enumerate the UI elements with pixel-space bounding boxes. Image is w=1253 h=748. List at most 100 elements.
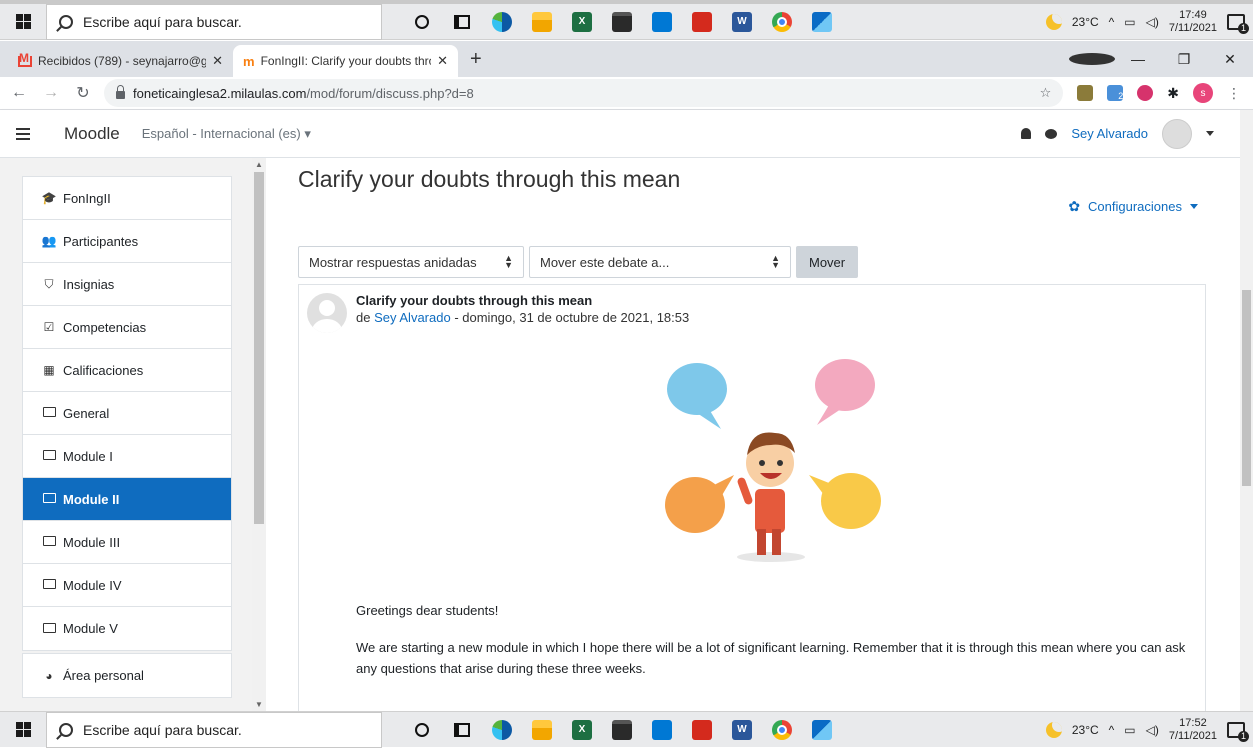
sidebar-item-area-personal[interactable]: ◕ Área personal <box>23 654 231 697</box>
users-icon: 👥 <box>41 234 57 248</box>
settings-menu[interactable]: ✿ Configuraciones <box>1068 198 1198 215</box>
sidebar-item-module-v[interactable]: Module V <box>23 607 231 650</box>
temperature[interactable]: 23°C <box>1072 15 1099 29</box>
chevron-up-icon[interactable]: ^ <box>1109 723 1115 737</box>
forward-button[interactable]: → <box>40 84 62 102</box>
weather-icon[interactable] <box>1045 13 1062 30</box>
mail-app[interactable] <box>642 4 682 40</box>
pdf-app[interactable] <box>682 4 722 40</box>
photos-app[interactable] <box>802 712 842 748</box>
move-discussion-select[interactable]: Mover este debate a... ▲ ▼ <box>529 246 791 278</box>
sidebar-item-module-ii[interactable]: Module II <box>23 478 231 521</box>
mail-app[interactable] <box>642 712 682 748</box>
scroll-up-icon[interactable]: ▲ <box>255 160 263 169</box>
sidebar-item-module-iv[interactable]: Module IV <box>23 564 231 607</box>
sidebar-item-module-i[interactable]: Module I <box>23 435 231 478</box>
language-menu[interactable]: Español - Internacional (es) ▾ <box>142 126 311 142</box>
profile-initial: s <box>1200 87 1206 99</box>
sidebar-scrollbar[interactable]: ▲ ▼ <box>252 158 266 711</box>
word-app[interactable]: W <box>722 4 762 40</box>
clock-time: 17:52 <box>1179 716 1207 729</box>
bookmark-star-icon[interactable]: ☆ <box>1040 85 1052 101</box>
store-app[interactable] <box>602 712 642 748</box>
photos-app[interactable] <box>802 4 842 40</box>
network-icon[interactable]: ▭ <box>1124 15 1135 29</box>
url-host: foneticainglesa2.milaulas.com <box>133 85 307 101</box>
start-button[interactable] <box>0 712 46 748</box>
search-icon <box>59 722 73 737</box>
restore-button[interactable]: ❐ <box>1161 51 1207 68</box>
table-icon: ▦ <box>43 363 55 377</box>
avatar[interactable] <box>307 293 347 333</box>
taskbar-search[interactable]: Escribe aquí para buscar. <box>46 3 382 40</box>
notification-icon[interactable]: 1 <box>1227 721 1249 742</box>
network-icon[interactable]: ▭ <box>1124 723 1135 737</box>
temperature[interactable]: 23°C <box>1072 723 1099 737</box>
folder-icon <box>42 493 56 503</box>
display-mode-select[interactable]: Mostrar respuestas anidadas ▲ ▼ <box>298 246 524 278</box>
url-field[interactable]: foneticainglesa2.milaulas.com/mod/forum/… <box>104 79 1064 107</box>
volume-icon[interactable]: ◁) <box>1146 723 1159 737</box>
weather-icon[interactable] <box>1045 721 1062 738</box>
tab-moodle[interactable]: m FonIngII: Clarify your doubts thro ✕ <box>233 45 458 77</box>
clock[interactable]: 17:52 7/11/2021 <box>1169 717 1217 743</box>
sidebar-item-insignias[interactable]: ⛉ Insignias <box>23 263 231 306</box>
close-window-button[interactable]: ✕ <box>1207 51 1253 68</box>
tab-gmail[interactable]: Recibidos (789) - seynajarro@gm ✕ <box>8 45 233 77</box>
download-button[interactable] <box>1069 53 1115 65</box>
word-app[interactable]: W <box>722 712 762 748</box>
minimize-button[interactable]: — <box>1115 51 1161 67</box>
chrome-app[interactable] <box>762 712 802 748</box>
clock[interactable]: 17:49 7/11/2021 <box>1169 9 1217 35</box>
edge-app[interactable] <box>482 712 522 748</box>
store-app[interactable] <box>602 4 642 40</box>
extension-icon[interactable] <box>1137 85 1154 101</box>
chevron-down-icon[interactable] <box>1206 131 1214 136</box>
sidebar-item-module-iii[interactable]: Module III <box>23 521 231 564</box>
back-button[interactable]: ← <box>8 84 30 102</box>
cortana-button[interactable] <box>402 4 442 40</box>
extension-badge-icon[interactable]: 2 <box>1107 85 1124 101</box>
menu-icon[interactable]: ⋮ <box>1227 85 1241 102</box>
bell-icon[interactable] <box>1021 128 1032 139</box>
profile-avatar[interactable]: s <box>1193 83 1213 103</box>
puzzle-icon[interactable]: ✱ <box>1167 85 1179 102</box>
clock-time: 17:49 <box>1179 8 1207 21</box>
new-tab-button[interactable]: + <box>458 48 494 77</box>
volume-icon[interactable]: ◁) <box>1146 15 1159 29</box>
explorer-app[interactable] <box>522 712 562 748</box>
extension-icon[interactable] <box>1077 85 1094 101</box>
drawer-toggle[interactable] <box>0 110 46 158</box>
sidebar-item-general[interactable]: General <box>23 392 231 435</box>
sidebar-item-calificaciones[interactable]: ▦ Calificaciones <box>23 349 231 392</box>
sidebar-item-competencias[interactable]: ☑ Competencias <box>23 306 231 349</box>
start-button[interactable] <box>0 4 46 40</box>
edge-app[interactable] <box>482 4 522 40</box>
page-scrollbar[interactable] <box>1240 110 1253 711</box>
reload-button[interactable]: ↻ <box>72 83 94 103</box>
notification-icon[interactable]: 1 <box>1227 13 1249 34</box>
page-scroll-thumb[interactable] <box>1242 290 1251 486</box>
post-author-link[interactable]: Sey Alvarado <box>374 310 451 325</box>
sidebar-item-participantes[interactable]: 👥 Participantes <box>23 220 231 263</box>
explorer-app[interactable] <box>522 4 562 40</box>
scroll-down-icon[interactable]: ▼ <box>255 700 263 709</box>
sidebar-item-foningii[interactable]: 🎓 FonIngII <box>23 177 231 220</box>
taskbar-search[interactable]: Escribe aquí para buscar. <box>46 711 382 748</box>
cortana-button[interactable] <box>402 712 442 748</box>
avatar[interactable] <box>1162 118 1192 149</box>
excel-app[interactable]: X <box>562 4 602 40</box>
close-icon[interactable]: ✕ <box>212 53 223 69</box>
chevron-up-icon[interactable]: ^ <box>1109 15 1115 29</box>
pdf-app[interactable] <box>682 712 722 748</box>
close-icon[interactable]: ✕ <box>437 53 448 69</box>
sidebar-scroll-thumb[interactable] <box>254 172 264 524</box>
excel-app[interactable]: X <box>562 712 602 748</box>
chrome-app[interactable] <box>762 4 802 40</box>
move-button[interactable]: Mover <box>796 246 859 278</box>
task-view-button[interactable] <box>442 712 482 748</box>
user-name[interactable]: Sey Alvarado <box>1071 126 1148 141</box>
site-brand[interactable]: Moodle <box>64 124 120 144</box>
task-view-button[interactable] <box>442 4 482 40</box>
message-icon[interactable] <box>1045 128 1058 139</box>
